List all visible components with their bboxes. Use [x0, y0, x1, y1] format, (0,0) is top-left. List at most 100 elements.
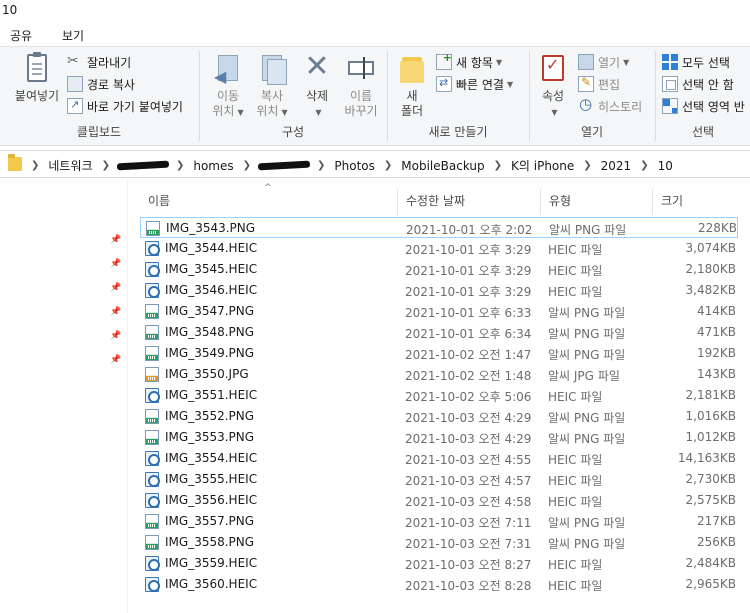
crumb-10[interactable]: 10 — [652, 159, 679, 173]
file-row[interactable]: IMG_3548.PNG 2021-10-01 오후 6:34 알씨 PNG 파일 4… — [140, 322, 738, 343]
ribbon-tabs: 공유 보기 — [0, 22, 750, 46]
file-row[interactable]: IMG_3550.JPG 2021-10-02 오전 1:48 알씨 JPG 파일 1… — [140, 364, 738, 385]
file-size: 3,074KB — [685, 241, 736, 255]
pin-icon[interactable]: 📌 — [110, 307, 121, 317]
ribbon-group-new: 새 폴더 새 항목▼ 빠른 연결▼ 새로 만들기 — [388, 47, 528, 145]
history-button[interactable]: 히스토리 — [578, 95, 642, 116]
properties-button[interactable]: 속성 ▼ — [534, 51, 572, 120]
new-item-button[interactable]: 새 항목▼ — [436, 51, 502, 72]
file-name: IMG_3551.HEIC — [165, 388, 258, 402]
file-name: IMG_3560.HEIC — [165, 577, 258, 591]
delete-x-icon: ✕ — [304, 49, 330, 84]
column-header-name[interactable]: 이름 — [140, 189, 398, 215]
file-row[interactable]: IMG_3556.HEIC 2021-10-03 오전 4:58 HEIC 파일 2,… — [140, 490, 738, 511]
file-name: IMG_3543.PNG — [166, 221, 256, 235]
file-name: IMG_3555.HEIC — [165, 472, 258, 486]
file-row[interactable]: IMG_3554.HEIC 2021-10-03 오전 4:55 HEIC 파일 14… — [140, 448, 738, 469]
file-size: 2,484KB — [685, 556, 736, 570]
file-date: 2021-10-02 오전 1:48 — [405, 369, 532, 383]
file-date: 2021-10-01 오후 3:29 — [405, 285, 532, 299]
navigation-pane: 📌 📌 📌 📌 📌 📌 — [0, 181, 128, 613]
edit-button[interactable]: 편집 — [578, 74, 620, 94]
png-file-icon — [145, 430, 159, 445]
paste-button[interactable]: 붙여넣기 — [12, 51, 62, 104]
file-name: IMG_3547.PNG — [165, 304, 255, 318]
file-name: IMG_3556.HEIC — [165, 493, 258, 507]
file-date: 2021-10-03 오전 4:55 — [405, 453, 532, 467]
column-header-type[interactable]: 유형 — [541, 189, 653, 215]
file-size: 217KB — [696, 514, 736, 528]
file-size: 2,730KB — [685, 472, 736, 486]
jpg-file-icon — [145, 367, 159, 382]
easy-access-button[interactable]: 빠른 연결▼ — [436, 74, 513, 94]
file-row[interactable]: IMG_3544.HEIC 2021-10-01 오후 3:29 HEIC 파일 3,… — [140, 238, 738, 259]
file-row[interactable]: IMG_3551.HEIC 2021-10-02 오후 5:06 HEIC 파일 2,… — [140, 385, 738, 406]
file-name: IMG_3548.PNG — [165, 325, 255, 339]
file-date: 2021-10-01 오후 3:29 — [405, 243, 532, 257]
file-size: 3,482KB — [685, 283, 736, 297]
crumb-network[interactable]: 네트워크 — [42, 157, 98, 174]
file-name: IMG_3557.PNG — [165, 514, 255, 528]
file-size: 2,180KB — [685, 262, 736, 276]
title-bar: 10 — [0, 0, 750, 22]
ribbon: 붙여넣기 잘라내기 경로 복사 바로 가기 붙여넣기 클립보드 ◀ — [0, 46, 750, 146]
file-row[interactable]: IMG_3557.PNG 2021-10-03 오전 7:11 알씨 PNG 파일 2… — [140, 511, 738, 532]
copy-path-button[interactable]: 경로 복사 — [67, 74, 135, 94]
crumb-2021[interactable]: 2021 — [595, 159, 638, 173]
column-header-size[interactable]: 크기 — [653, 189, 750, 215]
column-header-date[interactable]: 수정한 날짜 — [398, 189, 541, 215]
tab-share[interactable]: 공유 — [10, 27, 32, 44]
delete-button[interactable]: ✕ 삭제 ▼ — [297, 51, 337, 120]
file-row[interactable]: IMG_3560.HEIC 2021-10-03 오전 8:28 HEIC 파일 2,… — [140, 574, 738, 595]
file-type: 알씨 JPG 파일 — [548, 369, 620, 383]
crumb-mobilebackup[interactable]: MobileBackup — [395, 159, 490, 173]
pin-icon[interactable]: 📌 — [110, 235, 121, 245]
open-button[interactable]: 열기 ▼ — [578, 52, 629, 72]
address-bar[interactable]: ❯ 네트워크 ❯ ❯ homes ❯ ❯ Photos ❯ MobileBack… — [0, 150, 750, 178]
chevron-right-icon: ❯ — [493, 160, 503, 171]
file-row[interactable]: IMG_3559.HEIC 2021-10-03 오전 8:27 HEIC 파일 2,… — [140, 553, 738, 574]
invert-selection-button[interactable]: 선택 영역 반 — [662, 96, 745, 116]
chevron-right-icon: ❯ — [101, 160, 110, 171]
rename-button[interactable]: 이름 바꾸기 — [338, 51, 384, 119]
file-row[interactable]: IMG_3549.PNG 2021-10-02 오전 1:47 알씨 PNG 파일 1… — [140, 343, 738, 364]
paste-shortcut-button[interactable]: 바로 가기 붙여넣기 — [67, 96, 183, 116]
crumb-iphone[interactable]: K의 iPhone — [505, 157, 580, 174]
new-item-icon — [436, 51, 452, 70]
file-type: 알씨 PNG 파일 — [548, 411, 626, 425]
redacted-crumb — [257, 160, 311, 171]
history-clock-icon — [578, 95, 594, 114]
new-folder-button[interactable]: 새 폴더 — [394, 51, 430, 119]
file-name: IMG_3549.PNG — [165, 346, 255, 360]
pin-icon[interactable]: 📌 — [110, 259, 121, 269]
file-name: IMG_3544.HEIC — [165, 241, 258, 255]
pin-icon[interactable]: 📌 — [110, 355, 121, 365]
select-all-button[interactable]: 모두 선택 — [662, 52, 730, 72]
select-none-button[interactable]: 선택 안 함 — [662, 74, 734, 94]
file-type: HEIC 파일 — [548, 453, 603, 467]
file-row[interactable]: IMG_3555.HEIC 2021-10-03 오전 4:57 HEIC 파일 2,… — [140, 469, 738, 490]
file-row[interactable]: IMG_3558.PNG 2021-10-03 오전 7:31 알씨 PNG 파일 2… — [140, 532, 738, 553]
file-row[interactable]: IMG_3543.PNG 2021-10-01 오후 2:02 알씨 PNG 파일 2… — [140, 217, 738, 238]
scissors-icon — [67, 53, 83, 70]
pin-icon[interactable]: 📌 — [110, 331, 121, 341]
file-row[interactable]: IMG_3552.PNG 2021-10-03 오전 4:29 알씨 PNG 파일 1… — [140, 406, 738, 427]
pin-icon[interactable]: 📌 — [110, 283, 121, 293]
file-type: 알씨 PNG 파일 — [548, 537, 626, 551]
file-name: IMG_3550.JPG — [165, 367, 249, 381]
file-row[interactable]: IMG_3545.HEIC 2021-10-01 오후 3:29 HEIC 파일 2,… — [140, 259, 738, 280]
ribbon-group-open: 속성 ▼ 열기▼ 편집 히스토리 열기 — [530, 47, 654, 145]
properties-check-icon — [542, 55, 564, 81]
move-to-button[interactable]: ◀ 이동 위치 ▼ — [206, 51, 250, 120]
file-date: 2021-10-01 오후 6:34 — [405, 327, 532, 341]
file-row[interactable]: IMG_3547.PNG 2021-10-01 오후 6:33 알씨 PNG 파일 4… — [140, 301, 738, 322]
crumb-photos[interactable]: Photos — [328, 159, 380, 173]
crumb-homes[interactable]: homes — [187, 159, 239, 173]
png-file-icon — [145, 346, 159, 361]
tab-view[interactable]: 보기 — [62, 27, 84, 44]
file-row[interactable]: IMG_3546.HEIC 2021-10-01 오후 3:29 HEIC 파일 3,… — [140, 280, 738, 301]
heic-file-icon — [145, 493, 160, 508]
copy-to-button[interactable]: 복사 위치 ▼ — [250, 51, 294, 120]
cut-button[interactable]: 잘라내기 — [67, 52, 131, 72]
file-row[interactable]: IMG_3553.PNG 2021-10-03 오전 4:29 알씨 PNG 파일 1… — [140, 427, 738, 448]
